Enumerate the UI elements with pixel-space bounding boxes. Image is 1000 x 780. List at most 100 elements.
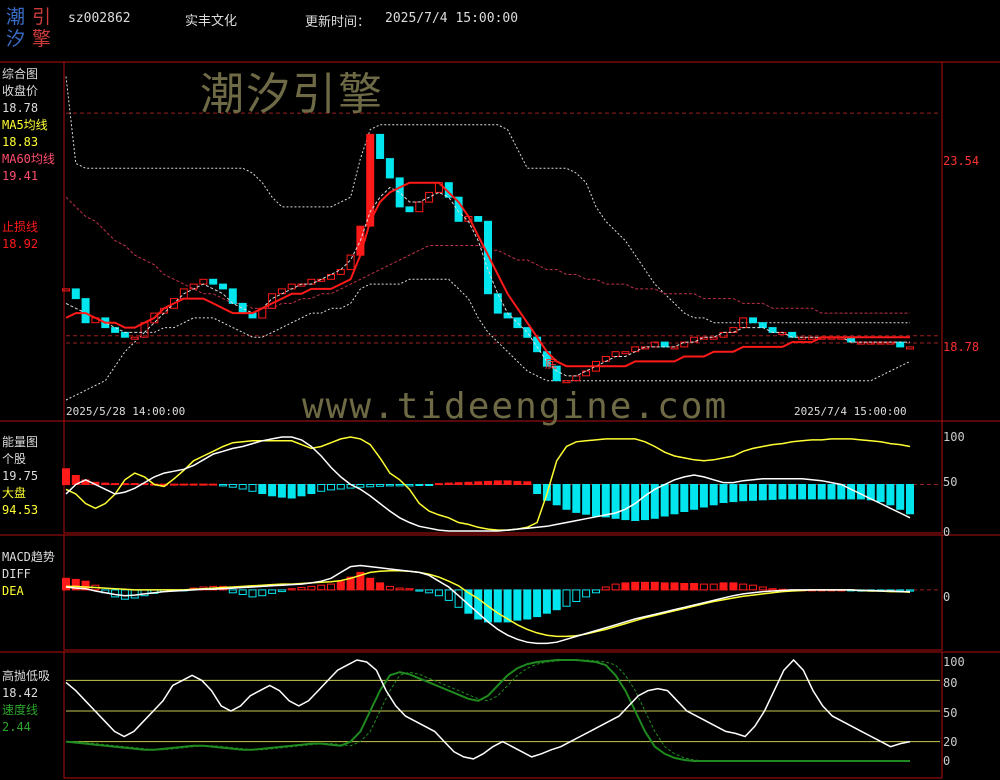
speed-label: 速度线 xyxy=(2,703,39,717)
energy-bar xyxy=(837,484,846,500)
energy-bar xyxy=(582,484,591,515)
energy-bar xyxy=(434,483,443,486)
energy-tick-0: 0 xyxy=(943,525,951,539)
energy-bar xyxy=(739,484,748,502)
panel-frame xyxy=(63,61,943,422)
candle xyxy=(601,356,610,362)
macd-bar xyxy=(287,588,296,591)
candle xyxy=(788,331,797,338)
candle xyxy=(896,341,905,348)
energy-panel-title: 能量图 xyxy=(2,435,39,449)
energy-bar xyxy=(562,484,571,510)
energy-bar xyxy=(856,484,865,500)
energy-bar xyxy=(62,468,70,486)
speed-value: 2.44 xyxy=(2,720,31,734)
macd-tick-0: 0 xyxy=(943,590,951,604)
macd-bar xyxy=(601,586,610,591)
energy-bar xyxy=(758,484,767,501)
macd-bar xyxy=(660,582,669,591)
energy-bar xyxy=(601,484,610,518)
macd-bar xyxy=(709,583,718,591)
energy-bar xyxy=(572,484,581,513)
stock-energy-label: 个股 xyxy=(2,452,27,466)
energy-bar xyxy=(405,484,414,487)
energy-bar xyxy=(444,482,453,486)
energy-bar xyxy=(709,484,718,506)
candle xyxy=(307,278,316,285)
macd-bar xyxy=(611,583,620,591)
energy-bar xyxy=(287,484,296,499)
macd-bar xyxy=(258,589,267,597)
energy-bar xyxy=(238,484,247,490)
candle xyxy=(385,158,394,179)
energy-bar xyxy=(356,484,365,488)
macd-bar xyxy=(228,589,237,594)
date-end-label: 2025/7/4 15:00:00 xyxy=(794,405,907,418)
macd-bar xyxy=(572,589,581,603)
macd-bar xyxy=(425,589,434,594)
candle xyxy=(209,278,218,285)
macd-bar xyxy=(699,583,708,591)
energy-bar xyxy=(111,483,120,486)
energy-bar xyxy=(415,484,424,486)
energy-bar xyxy=(847,484,856,500)
candle xyxy=(199,278,208,285)
macd-bar xyxy=(582,589,591,598)
logo-char-2: 引 xyxy=(32,6,52,28)
energy-bar xyxy=(788,484,797,500)
macd-bar xyxy=(542,589,551,614)
macd-bar xyxy=(680,583,689,591)
macd-panel xyxy=(62,564,940,645)
candle xyxy=(130,336,139,340)
bottom-marker: 底 xyxy=(545,357,558,371)
energy-bar xyxy=(454,482,463,486)
energy-bar xyxy=(719,484,728,503)
logo-char-3: 汐 xyxy=(6,28,26,50)
date-start-label: 2025/5/28 14:00:00 xyxy=(66,405,186,418)
logo-char-4: 擎 xyxy=(32,28,52,50)
candle xyxy=(621,351,630,355)
candle xyxy=(238,302,247,314)
candle xyxy=(758,322,767,329)
candle xyxy=(768,327,777,333)
macd-bar xyxy=(670,582,679,591)
energy-bar xyxy=(248,484,257,492)
high-sell-low-buy-panel xyxy=(65,658,940,762)
energy-bar xyxy=(621,484,630,521)
energy-bar xyxy=(170,483,178,486)
watermark-url: www.tideengine.com xyxy=(302,386,729,427)
stop-loss-label: 止损线 xyxy=(2,220,39,234)
macd-bar xyxy=(729,582,738,591)
energy-bar xyxy=(209,483,218,486)
macd-bar xyxy=(513,589,522,621)
macd-bar xyxy=(768,588,777,591)
macd-bar xyxy=(317,584,326,591)
candle xyxy=(405,206,414,213)
price-high-label: 23.54 xyxy=(943,154,980,168)
energy-bar xyxy=(807,484,816,500)
energy-bar xyxy=(385,484,394,487)
energy-bar xyxy=(199,483,208,486)
energy-bar xyxy=(523,481,532,485)
macd-bar xyxy=(130,589,139,599)
energy-bar xyxy=(552,484,561,506)
energy-bar xyxy=(906,484,914,515)
energy-bar xyxy=(827,484,836,500)
energy-bar xyxy=(533,484,542,494)
macd-bar xyxy=(366,577,375,591)
main-panel-title: 综合图 xyxy=(2,67,39,81)
candle xyxy=(503,312,512,319)
macd-bar xyxy=(739,583,748,591)
watermark-brand: 潮汐引擎 xyxy=(200,69,384,120)
energy-bar xyxy=(277,484,286,498)
candle xyxy=(474,216,483,222)
macd-bar xyxy=(248,589,257,598)
macd-bar xyxy=(749,584,757,591)
macd-bar xyxy=(376,582,385,591)
lower-band-line xyxy=(65,278,911,401)
gpdx-panel-title: 高抛低吸 xyxy=(2,669,51,683)
candle xyxy=(611,351,620,358)
update-time: 2025/7/4 15:00:00 xyxy=(385,11,519,26)
energy-bar xyxy=(592,484,600,517)
energy-bar xyxy=(307,484,316,494)
